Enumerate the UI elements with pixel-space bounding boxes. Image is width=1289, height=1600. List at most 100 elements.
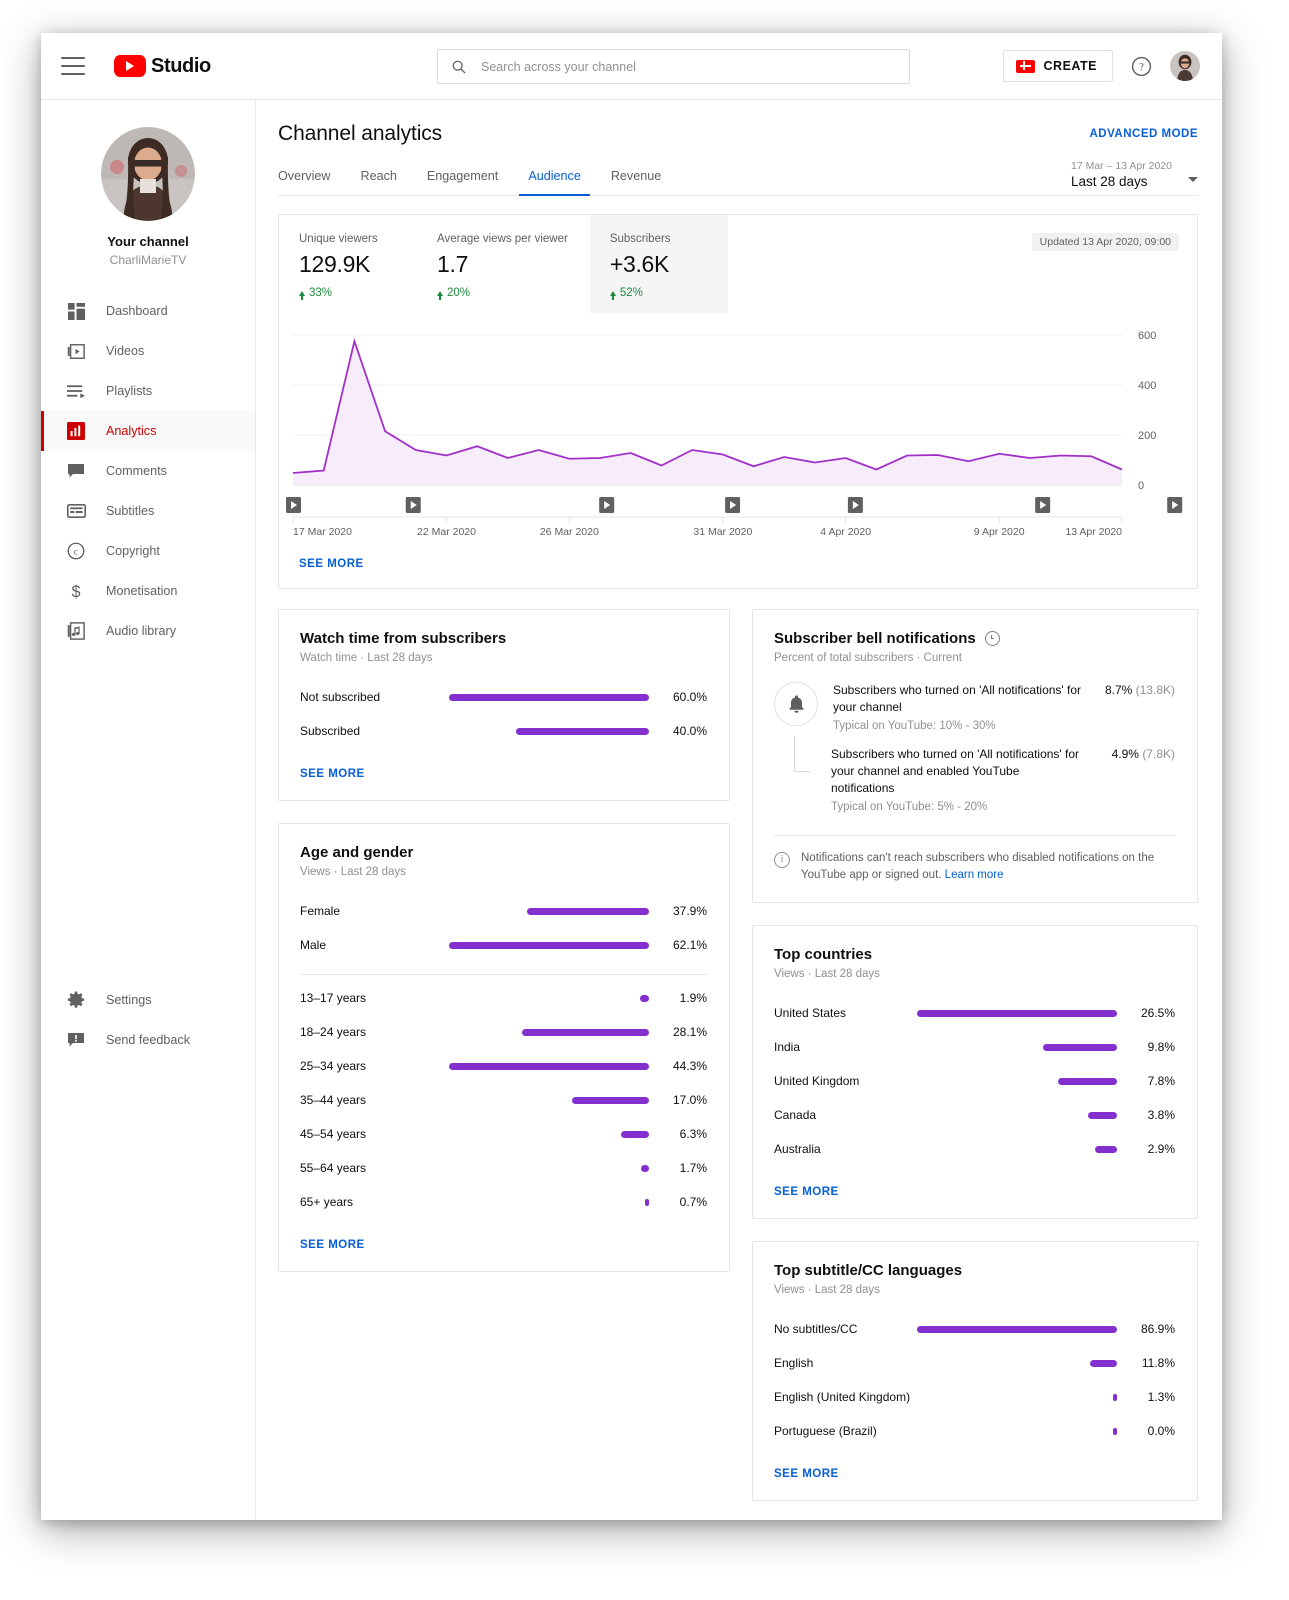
chart-x-tick-label: 17 Mar 2020 bbox=[293, 526, 352, 538]
help-icon[interactable]: ? bbox=[1130, 55, 1153, 78]
bar-label: Portuguese (Brazil) bbox=[774, 1424, 917, 1438]
watch-time-see-more-link[interactable]: SEE MORE bbox=[300, 768, 365, 780]
sidebar-nav: Dashboard Videos bbox=[41, 291, 255, 651]
bar-track bbox=[917, 1326, 1117, 1333]
chevron-down-icon[interactable] bbox=[1188, 177, 1198, 182]
video-marker-icon[interactable] bbox=[1167, 497, 1182, 513]
bar-track bbox=[449, 1199, 649, 1206]
sidebar-item-subtitles[interactable]: Subtitles bbox=[41, 491, 255, 531]
bar-track bbox=[449, 1165, 649, 1172]
learn-more-link[interactable]: Learn more bbox=[945, 869, 1004, 881]
metric-average-views-per-viewer[interactable]: Average views per viewer 1.7 20% bbox=[417, 215, 590, 313]
channel-avatar[interactable] bbox=[101, 127, 195, 221]
sidebar-item-label: Subtitles bbox=[106, 504, 154, 518]
gender-bar-list: Female37.9%Male62.1% bbox=[300, 894, 707, 962]
video-marker-icon[interactable] bbox=[725, 497, 740, 513]
search-bar[interactable] bbox=[437, 49, 910, 84]
video-marker-icon[interactable] bbox=[599, 497, 614, 513]
sidebar-item-label: Videos bbox=[106, 344, 144, 358]
chart-y-tick-label: 0 bbox=[1138, 480, 1144, 492]
bar-track bbox=[917, 1010, 1117, 1017]
bar-label: India bbox=[774, 1040, 917, 1054]
channel-handle: CharliMarieTV bbox=[41, 253, 255, 267]
bar-row: 25–34 years44.3% bbox=[300, 1049, 707, 1083]
video-marker-icon[interactable] bbox=[848, 497, 863, 513]
bar-row: English 11.8% bbox=[774, 1346, 1175, 1380]
bar-row: United States26.5% bbox=[774, 996, 1175, 1030]
advanced-mode-link[interactable]: ADVANCED MODE bbox=[1089, 128, 1198, 140]
tab-audience[interactable]: Audience bbox=[513, 161, 596, 195]
bell-note-text: Notifications can't reach subscribers wh… bbox=[801, 850, 1175, 884]
sidebar-item-analytics[interactable]: Analytics bbox=[41, 411, 255, 451]
metric-delta: 33% bbox=[299, 287, 395, 299]
metric-subscribers[interactable]: Subscribers +3.6K 52% bbox=[590, 215, 728, 313]
card-subtitle: Views · Last 28 days bbox=[774, 968, 1175, 980]
bar-row: Portuguese (Brazil)0.0% bbox=[774, 1414, 1175, 1448]
feedback-icon bbox=[65, 1029, 87, 1051]
chart-svg: 020040060017 Mar 202022 Mar 202026 Mar 2… bbox=[279, 313, 1187, 543]
date-range-selector[interactable]: 17 Mar – 13 Apr 2020 Last 28 days bbox=[1071, 160, 1198, 195]
info-icon: i bbox=[774, 852, 790, 868]
subscribers-area-chart[interactable]: 020040060017 Mar 202022 Mar 202026 Mar 2… bbox=[279, 313, 1197, 548]
bar-row: Canada3.8% bbox=[774, 1098, 1175, 1132]
sidebar-item-playlists[interactable]: Playlists bbox=[41, 371, 255, 411]
bar-fill bbox=[527, 908, 649, 915]
bar-fill bbox=[522, 1029, 649, 1036]
bar-label: United Kingdom bbox=[774, 1074, 917, 1088]
bar-row: 35–44 years17.0% bbox=[300, 1083, 707, 1117]
bar-label: English bbox=[774, 1356, 917, 1370]
card-divider bbox=[300, 974, 707, 975]
bell-typical-range: Typical on YouTube: 5% - 20% bbox=[831, 801, 1097, 813]
bar-row: India 9.8% bbox=[774, 1030, 1175, 1064]
sidebar-item-dashboard[interactable]: Dashboard bbox=[41, 291, 255, 331]
bell-description: Subscribers who turned on 'All notificat… bbox=[831, 746, 1083, 797]
video-marker-icon[interactable] bbox=[1035, 497, 1050, 513]
sidebar-item-monetisation[interactable]: $ Monetisation bbox=[41, 571, 255, 611]
sidebar-item-label: Dashboard bbox=[106, 304, 168, 318]
subtitles-see-more-link[interactable]: SEE MORE bbox=[774, 1468, 839, 1480]
sidebar-item-comments[interactable]: Comments bbox=[41, 451, 255, 491]
sidebar-item-audio-library[interactable]: Audio library bbox=[41, 611, 255, 651]
bar-track bbox=[917, 1360, 1117, 1367]
page-header: Channel analytics ADVANCED MODE bbox=[278, 100, 1198, 146]
age-gender-see-more-link[interactable]: SEE MORE bbox=[300, 1239, 365, 1251]
metric-delta-value: 20% bbox=[447, 287, 470, 299]
bar-row: 13–17 years1.9% bbox=[300, 981, 707, 1015]
create-button[interactable]: CREATE bbox=[1003, 50, 1113, 82]
sidebar-item-videos[interactable]: Videos bbox=[41, 331, 255, 371]
bar-value: 11.8% bbox=[1117, 1356, 1175, 1370]
tab-reach[interactable]: Reach bbox=[345, 161, 411, 195]
sidebar-item-copyright[interactable]: c Copyright bbox=[41, 531, 255, 571]
card-title: Subscriber bell notifications bbox=[774, 630, 1175, 647]
sidebar-item-label: Audio library bbox=[106, 624, 176, 638]
hamburger-icon[interactable] bbox=[61, 57, 85, 75]
search-input[interactable] bbox=[479, 59, 909, 75]
studio-logo[interactable]: Studio bbox=[114, 55, 211, 78]
bar-value: 26.5% bbox=[1117, 1006, 1175, 1020]
video-marker-icon[interactable] bbox=[406, 497, 421, 513]
bar-label: 25–34 years bbox=[300, 1059, 449, 1073]
monetisation-icon: $ bbox=[65, 580, 87, 602]
sidebar-item-send-feedback[interactable]: Send feedback bbox=[41, 1020, 255, 1060]
subscriber-bell-notifications-card: Subscriber bell notifications Percent of… bbox=[752, 609, 1198, 903]
bar-track bbox=[449, 728, 649, 735]
bar-fill bbox=[640, 995, 649, 1002]
tab-overview[interactable]: Overview bbox=[263, 161, 345, 195]
tab-engagement[interactable]: Engagement bbox=[412, 161, 513, 195]
tabs-row: Overview Reach Engagement Audience Reven… bbox=[278, 160, 1198, 196]
tab-revenue[interactable]: Revenue bbox=[596, 161, 676, 195]
video-marker-icon[interactable] bbox=[286, 497, 301, 513]
top-countries-see-more-link[interactable]: SEE MORE bbox=[774, 1186, 839, 1198]
overview-chart-card: Updated 13 Apr 2020, 09:00 Unique viewer… bbox=[278, 214, 1198, 589]
bar-value: 9.8% bbox=[1117, 1040, 1175, 1054]
bell-stat: 8.7% (13.8K) bbox=[1105, 682, 1175, 697]
metric-unique-viewers[interactable]: Unique viewers 129.9K 33% bbox=[279, 215, 417, 313]
chart-see-more-link[interactable]: SEE MORE bbox=[299, 558, 364, 570]
bar-label: 35–44 years bbox=[300, 1093, 449, 1107]
gear-icon bbox=[65, 989, 87, 1011]
sidebar-item-settings[interactable]: Settings bbox=[41, 980, 255, 1020]
account-avatar[interactable] bbox=[1170, 51, 1200, 81]
bar-fill bbox=[1043, 1044, 1117, 1051]
copyright-icon: c bbox=[65, 540, 87, 562]
date-range-label: Last 28 days bbox=[1071, 174, 1172, 189]
